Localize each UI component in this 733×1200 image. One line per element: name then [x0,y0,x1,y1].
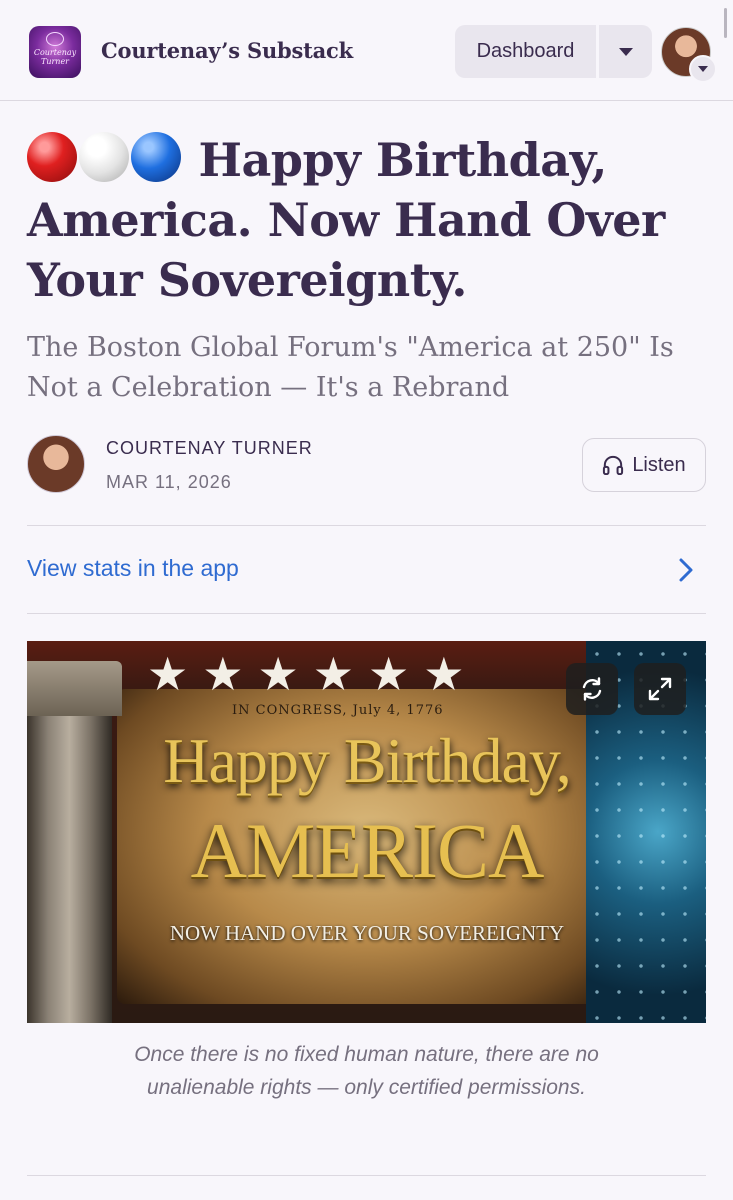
refresh-icon [582,677,602,701]
chevron-down-icon [698,66,708,72]
blue-circle-icon [131,132,181,182]
expand-image-button[interactable] [634,663,686,715]
hero-headline-america: AMERICA [190,807,545,894]
publication-name[interactable]: Courtenay’s Substack [101,38,353,63]
listen-label: Listen [632,453,686,476]
post-date: MAR 11, 2026 [106,472,232,492]
logo-emblem [46,32,64,46]
stars-row: ★★★★★★ [147,647,479,701]
dashboard-menu-button[interactable] [599,25,652,78]
red-circle-icon [27,132,77,182]
headphones-icon [603,455,624,475]
post-title: Happy Birthday, America. Now Hand Over Y… [27,130,707,310]
pillar-graphic [27,661,122,1023]
divider [27,613,706,614]
publication-logo[interactable]: Courtenay Turner [29,26,81,78]
post-subtitle: The Boston Global Forum's "America at 25… [27,332,674,403]
logo-text: Courtenay Turner [33,48,77,66]
top-bar: Courtenay Turner Courtenay’s Substack Da… [0,0,733,101]
image-caption: Once there is no fixed human nature, the… [134,1043,599,1099]
hero-tagline: NOW HAND OVER YOUR SOVEREIGNTY [169,921,565,945]
hero-congress-text: IN CONGRESS, July 4, 1776 [232,703,444,718]
divider [27,525,706,526]
view-stats-link[interactable]: View stats in the app [27,555,239,582]
white-circle-icon [79,132,129,182]
hero-headline: Happy Birthday, [163,725,571,796]
divider [27,1175,706,1176]
chevron-right-icon[interactable] [676,557,696,583]
expand-icon [648,677,672,701]
listen-button[interactable]: Listen [582,438,706,492]
refresh-image-button[interactable] [566,663,618,715]
author-name[interactable]: COURTENAY TURNER [106,438,313,459]
dashboard-button[interactable]: Dashboard [455,25,596,78]
chevron-down-icon [618,47,633,56]
hero-image[interactable]: ★★★★★★ IN CONGRESS, July 4, 1776 Happy B… [27,641,706,1023]
author-avatar[interactable] [27,435,85,493]
account-menu-button[interactable] [689,55,717,83]
